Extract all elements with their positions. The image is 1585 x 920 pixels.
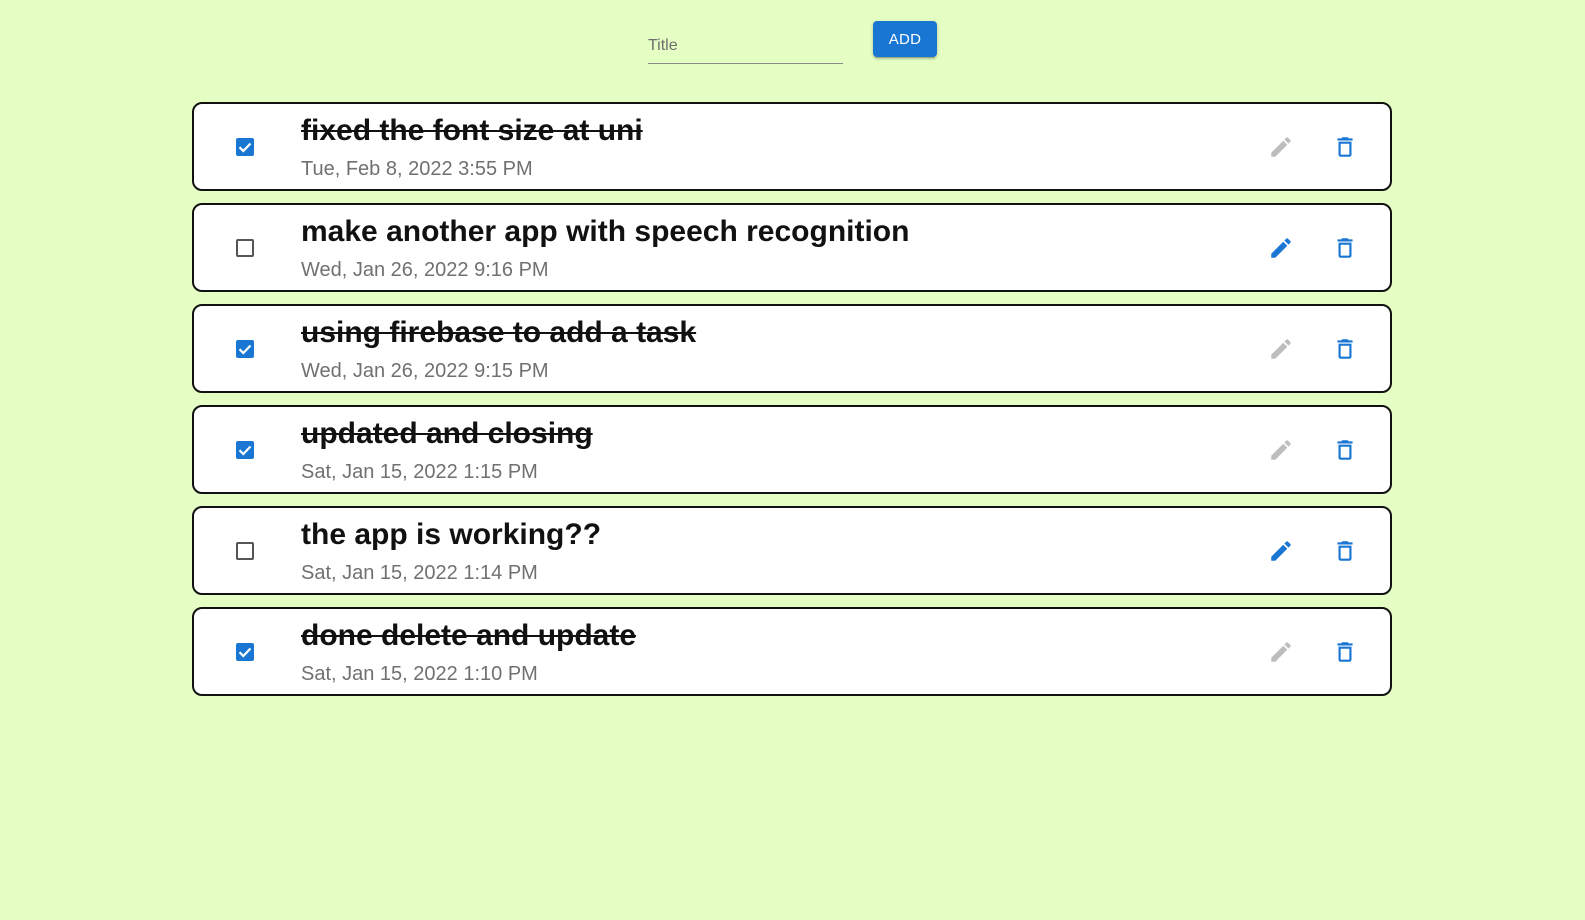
todo-date: Wed, Jan 26, 2022 9:16 PM (301, 259, 549, 281)
todo-title: using firebase to add a task (301, 316, 697, 349)
todo-title: make another app with speech recognition (301, 215, 910, 248)
check-icon (238, 445, 252, 456)
todo-title: done delete and update (301, 619, 637, 652)
edit-button[interactable] (1268, 639, 1294, 665)
delete-button[interactable] (1332, 437, 1358, 463)
trash-icon (1337, 642, 1353, 662)
trash-icon (1337, 137, 1353, 157)
todo-checkbox[interactable] (236, 643, 254, 661)
todo-title: fixed the font size at uni (301, 114, 643, 147)
todo-item: updated and closing Sat, Jan 15, 2022 1:… (192, 405, 1392, 494)
delete-button[interactable] (1332, 639, 1358, 665)
check-icon (238, 142, 252, 153)
title-input[interactable] (648, 34, 843, 58)
todo-checkbox[interactable] (236, 441, 254, 459)
todo-item: done delete and update Sat, Jan 15, 2022… (192, 607, 1392, 696)
todo-checkbox[interactable] (236, 138, 254, 156)
edit-button[interactable] (1268, 538, 1294, 564)
trash-icon (1337, 440, 1353, 460)
todo-item: make another app with speech recognition… (192, 203, 1392, 292)
todo-checkbox[interactable] (236, 542, 254, 560)
delete-button[interactable] (1332, 538, 1358, 564)
todo-item: using firebase to add a task Wed, Jan 26… (192, 304, 1392, 393)
trash-icon (1337, 238, 1353, 258)
todo-checkbox[interactable] (236, 239, 254, 257)
trash-icon (1337, 541, 1353, 561)
edit-button[interactable] (1268, 437, 1294, 463)
check-icon (238, 647, 252, 658)
edit-button[interactable] (1268, 134, 1294, 160)
todo-list: fixed the font size at uni Tue, Feb 8, 2… (192, 102, 1392, 708)
todo-checkbox[interactable] (236, 340, 254, 358)
todo-date: Wed, Jan 26, 2022 9:15 PM (301, 360, 549, 382)
add-button[interactable]: ADD (873, 21, 937, 57)
todo-date: Sat, Jan 15, 2022 1:10 PM (301, 663, 538, 685)
pencil-icon (1271, 238, 1291, 258)
pencil-icon (1271, 137, 1291, 157)
todo-date: Sat, Jan 15, 2022 1:14 PM (301, 562, 538, 584)
edit-button[interactable] (1268, 336, 1294, 362)
todo-date: Tue, Feb 8, 2022 3:55 PM (301, 158, 533, 180)
pencil-icon (1271, 440, 1291, 460)
todo-title: updated and closing (301, 417, 593, 450)
pencil-icon (1271, 339, 1291, 359)
todo-title: the app is working?? (301, 518, 602, 551)
check-icon (238, 344, 252, 355)
title-field[interactable] (648, 30, 843, 64)
edit-button[interactable] (1268, 235, 1294, 261)
delete-button[interactable] (1332, 336, 1358, 362)
todo-date: Sat, Jan 15, 2022 1:15 PM (301, 461, 538, 483)
todo-item: fixed the font size at uni Tue, Feb 8, 2… (192, 102, 1392, 191)
add-todo-form: ADD (0, 0, 1585, 80)
pencil-icon (1271, 642, 1291, 662)
trash-icon (1337, 339, 1353, 359)
pencil-icon (1271, 541, 1291, 561)
todo-item: the app is working?? Sat, Jan 15, 2022 1… (192, 506, 1392, 595)
delete-button[interactable] (1332, 134, 1358, 160)
delete-button[interactable] (1332, 235, 1358, 261)
